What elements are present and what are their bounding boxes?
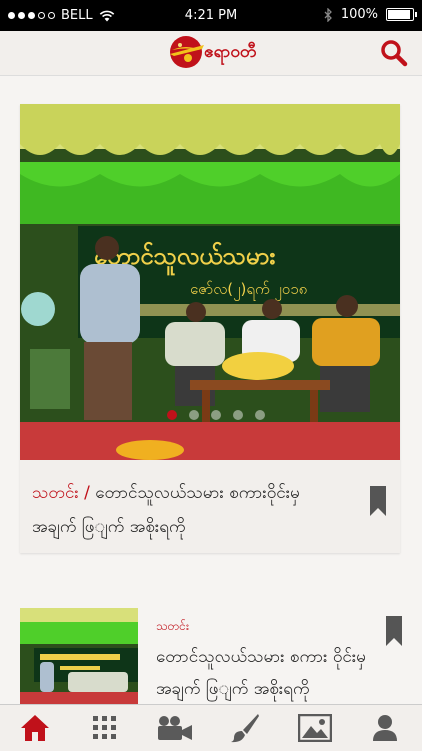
irrawaddy-logo[interactable]: ဧရာဝတီ bbox=[166, 33, 266, 73]
bookmark-icon bbox=[370, 486, 386, 516]
featured-image[interactable]: တောင်သူလယ်သမား ဇော်လ(၂)ရက် ၂၀၁၈ bbox=[20, 104, 400, 460]
user-icon bbox=[373, 715, 397, 741]
category-label[interactable]: သတင်း bbox=[32, 483, 79, 503]
featured-article-card[interactable]: တောင်သူလယ်သမား ဇော်လ(၂)ရက် ၂၀၁၈ သတင်း / … bbox=[20, 104, 400, 553]
battery-icon bbox=[386, 8, 417, 21]
headline-text[interactable]: တောင်သူလယ်သမား စကား ဝိုင်းမှ အချက် ဖြျက်… bbox=[156, 641, 376, 704]
tab-bar bbox=[0, 704, 422, 751]
carousel-dot[interactable] bbox=[167, 410, 177, 420]
tab-cartoon[interactable] bbox=[210, 705, 280, 751]
tab-profile[interactable] bbox=[350, 705, 420, 751]
featured-headline[interactable]: သတင်း / တောင်သူလယ်သမား စကားဝိုင်းမှ အချက… bbox=[32, 476, 332, 544]
status-bar: BELL 4:21 PM 100% bbox=[0, 0, 422, 31]
tab-photos[interactable] bbox=[280, 705, 350, 751]
search-button[interactable] bbox=[380, 39, 408, 71]
carousel-dot[interactable] bbox=[211, 410, 221, 420]
tab-home[interactable] bbox=[0, 705, 70, 751]
search-icon bbox=[381, 40, 408, 67]
bluetooth-icon bbox=[324, 7, 332, 22]
paintbrush-icon bbox=[231, 714, 259, 743]
bookmark-button[interactable] bbox=[370, 486, 386, 520]
grid-icon bbox=[93, 716, 116, 739]
banner-line2: ဇော်လ(၂)ရက် ၂၀၁၈ bbox=[190, 280, 307, 301]
tab-categories[interactable] bbox=[70, 705, 140, 751]
logo-text: ဧရာဝတီ bbox=[204, 42, 257, 62]
category-separator: / bbox=[84, 483, 90, 503]
image-icon bbox=[298, 714, 332, 742]
carousel-dot[interactable] bbox=[255, 410, 265, 420]
carousel-dot[interactable] bbox=[233, 410, 243, 420]
news-feed[interactable]: တောင်သူလယ်သမား ဇော်လ(၂)ရက် ၂၀၁၈ သတင်း / … bbox=[0, 76, 422, 704]
home-icon bbox=[21, 715, 49, 741]
battery-percentage: 100% bbox=[340, 7, 378, 22]
featured-caption[interactable]: သတင်း / တောင်သူလယ်သမား စကားဝိုင်းမှ အချက… bbox=[20, 460, 400, 553]
article-thumbnail[interactable] bbox=[20, 608, 138, 704]
list-item[interactable]: သတင်း တောင်သူလယ်သမား စကား ဝိုင်းမှ အချက်… bbox=[20, 608, 402, 704]
category-label[interactable]: သတင်း bbox=[156, 618, 189, 636]
tab-video[interactable] bbox=[140, 705, 210, 751]
video-camera-icon bbox=[158, 716, 192, 740]
carousel-indicator[interactable] bbox=[167, 410, 265, 420]
bookmark-button[interactable] bbox=[386, 616, 402, 650]
carousel-dot[interactable] bbox=[189, 410, 199, 420]
bookmark-icon bbox=[386, 616, 402, 646]
app-header: ဧရာဝတီ bbox=[0, 31, 422, 76]
